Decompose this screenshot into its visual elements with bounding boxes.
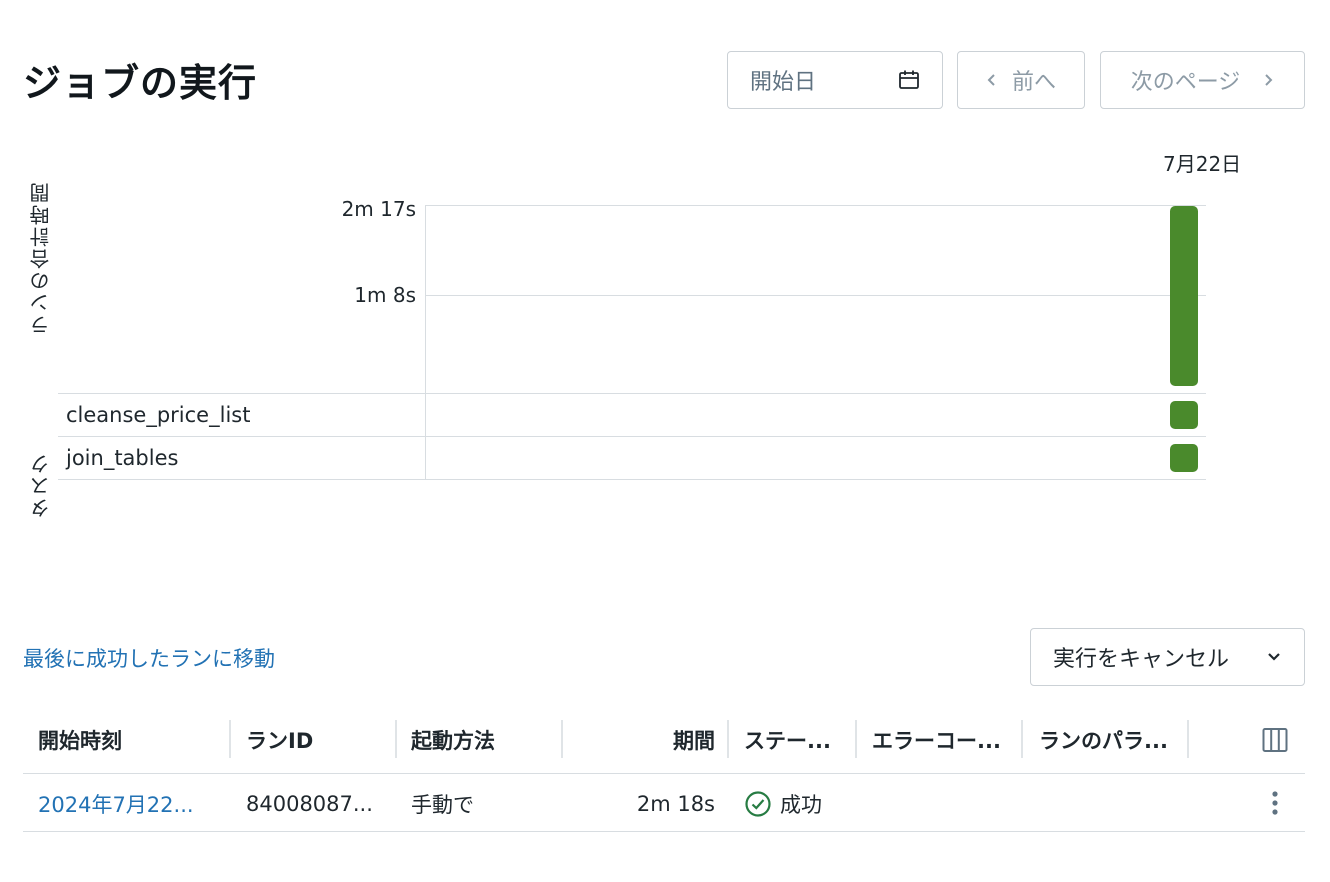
column-resize-handle[interactable]: [855, 720, 857, 758]
column-resize-handle[interactable]: [561, 720, 563, 758]
run-duration-bar[interactable]: [1170, 206, 1198, 386]
column-resize-handle[interactable]: [1021, 720, 1023, 758]
prev-page-label: 前へ: [1011, 70, 1056, 95]
gridline: [426, 205, 1206, 206]
column-header-duration[interactable]: 期間: [575, 720, 715, 760]
start-date-placeholder: 開始日: [750, 70, 817, 95]
task-label-join-tables: join_tables: [66, 446, 179, 470]
y-tick-label: 2m 17s: [341, 197, 416, 221]
table-header-divider: [23, 773, 1305, 774]
last-success-run-link[interactable]: 最後に成功したランに移動: [23, 643, 275, 673]
column-resize-handle[interactable]: [1187, 720, 1189, 758]
column-header-run-id[interactable]: ランID: [246, 720, 391, 760]
cancel-runs-label: 実行をキャンセル: [1053, 647, 1230, 672]
task-axis-label: タスク: [29, 452, 53, 518]
duration-cell: 2m 18s: [636, 792, 715, 816]
cancel-runs-dropdown[interactable]: 実行をキャンセル: [1030, 628, 1305, 686]
column-header-status[interactable]: ステー...: [744, 720, 850, 760]
status-label: 成功: [780, 793, 822, 817]
page-title: ジョブの実行: [23, 61, 258, 105]
column-header-launched[interactable]: 起動方法: [411, 720, 556, 760]
chevron-left-icon: [986, 72, 998, 88]
table-row-divider: [23, 831, 1305, 832]
y-axis-label: ランの合計時間: [29, 181, 53, 335]
launched-cell: 手動で: [411, 793, 474, 817]
column-resize-handle[interactable]: [229, 720, 231, 758]
chevron-down-icon: [1266, 651, 1282, 663]
chart-axis-line: [425, 205, 426, 479]
start-date-picker[interactable]: 開始日: [727, 51, 943, 109]
column-header-error-code[interactable]: エラーコー...: [872, 720, 1014, 760]
column-header-start-time[interactable]: 開始時刻: [38, 720, 223, 760]
run-id-cell: 84008087...: [246, 792, 373, 816]
next-page-button[interactable]: 次のページ: [1100, 51, 1305, 109]
y-tick-label: 1m 8s: [354, 283, 416, 307]
next-page-label: 次のページ: [1130, 70, 1241, 95]
run-start-time-link[interactable]: 2024年7月22...: [38, 788, 194, 820]
column-resize-handle[interactable]: [727, 720, 729, 758]
kebab-menu-icon[interactable]: [1264, 789, 1286, 817]
column-resize-handle[interactable]: [395, 720, 397, 758]
gridline: [426, 295, 1206, 296]
chart-divider: [58, 393, 1206, 394]
task-label-cleanse-price-list: cleanse_price_list: [66, 403, 251, 427]
task-status-join-tables[interactable]: [1170, 444, 1198, 472]
chevron-right-icon: [1262, 72, 1274, 88]
task-row-divider: [58, 436, 1206, 437]
columns-icon[interactable]: [1262, 727, 1288, 753]
status-cell: 成功: [744, 788, 822, 820]
column-header-run-params[interactable]: ランのパラ...: [1039, 720, 1181, 760]
chart-date-label: 7月22日: [1163, 152, 1242, 176]
task-status-cleanse-price-list[interactable]: [1170, 401, 1198, 429]
task-row-divider: [58, 479, 1206, 480]
calendar-icon: [898, 69, 920, 91]
prev-page-button[interactable]: 前へ: [957, 51, 1085, 109]
check-circle-icon: [744, 790, 772, 818]
